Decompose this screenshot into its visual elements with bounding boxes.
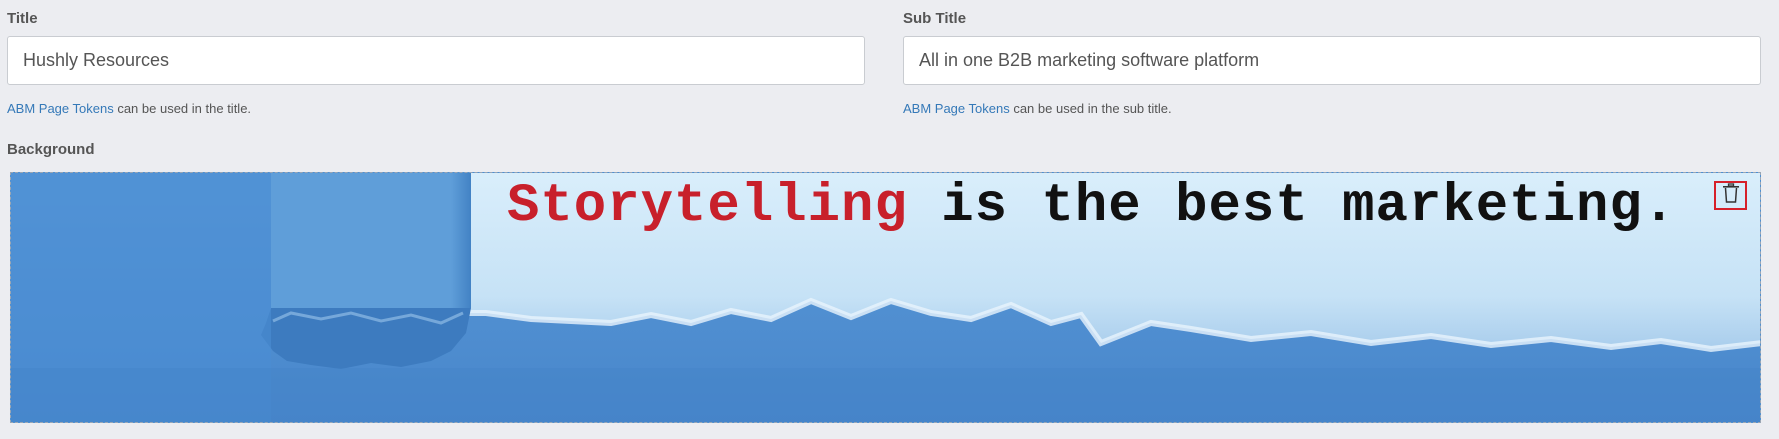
abm-page-tokens-link[interactable]: ABM Page Tokens bbox=[903, 101, 1010, 116]
subtitle-input[interactable] bbox=[903, 36, 1761, 85]
title-help-text: can be used in the title. bbox=[113, 101, 252, 116]
title-label: Title bbox=[7, 10, 38, 27]
background-image-dropzone[interactable]: Storytelling is the best marketing. bbox=[10, 172, 1761, 423]
subtitle-help: ABM Page Tokens can be used in the sub t… bbox=[903, 101, 1172, 116]
subtitle-label: Sub Title bbox=[903, 10, 967, 27]
trash-icon bbox=[1722, 183, 1740, 208]
subtitle-help-text: can be used in the sub title. bbox=[1009, 101, 1172, 116]
background-image-caption: Storytelling is the best marketing. bbox=[507, 176, 1676, 237]
title-input[interactable] bbox=[7, 36, 865, 85]
caption-accent-word: Storytelling bbox=[507, 176, 908, 237]
abm-page-tokens-link[interactable]: ABM Page Tokens bbox=[7, 101, 114, 116]
title-help: ABM Page Tokens can be used in the title… bbox=[7, 101, 251, 116]
delete-background-button[interactable] bbox=[1714, 181, 1747, 210]
caption-rest: is the best marketing. bbox=[907, 176, 1677, 237]
background-label: Background bbox=[7, 141, 95, 158]
